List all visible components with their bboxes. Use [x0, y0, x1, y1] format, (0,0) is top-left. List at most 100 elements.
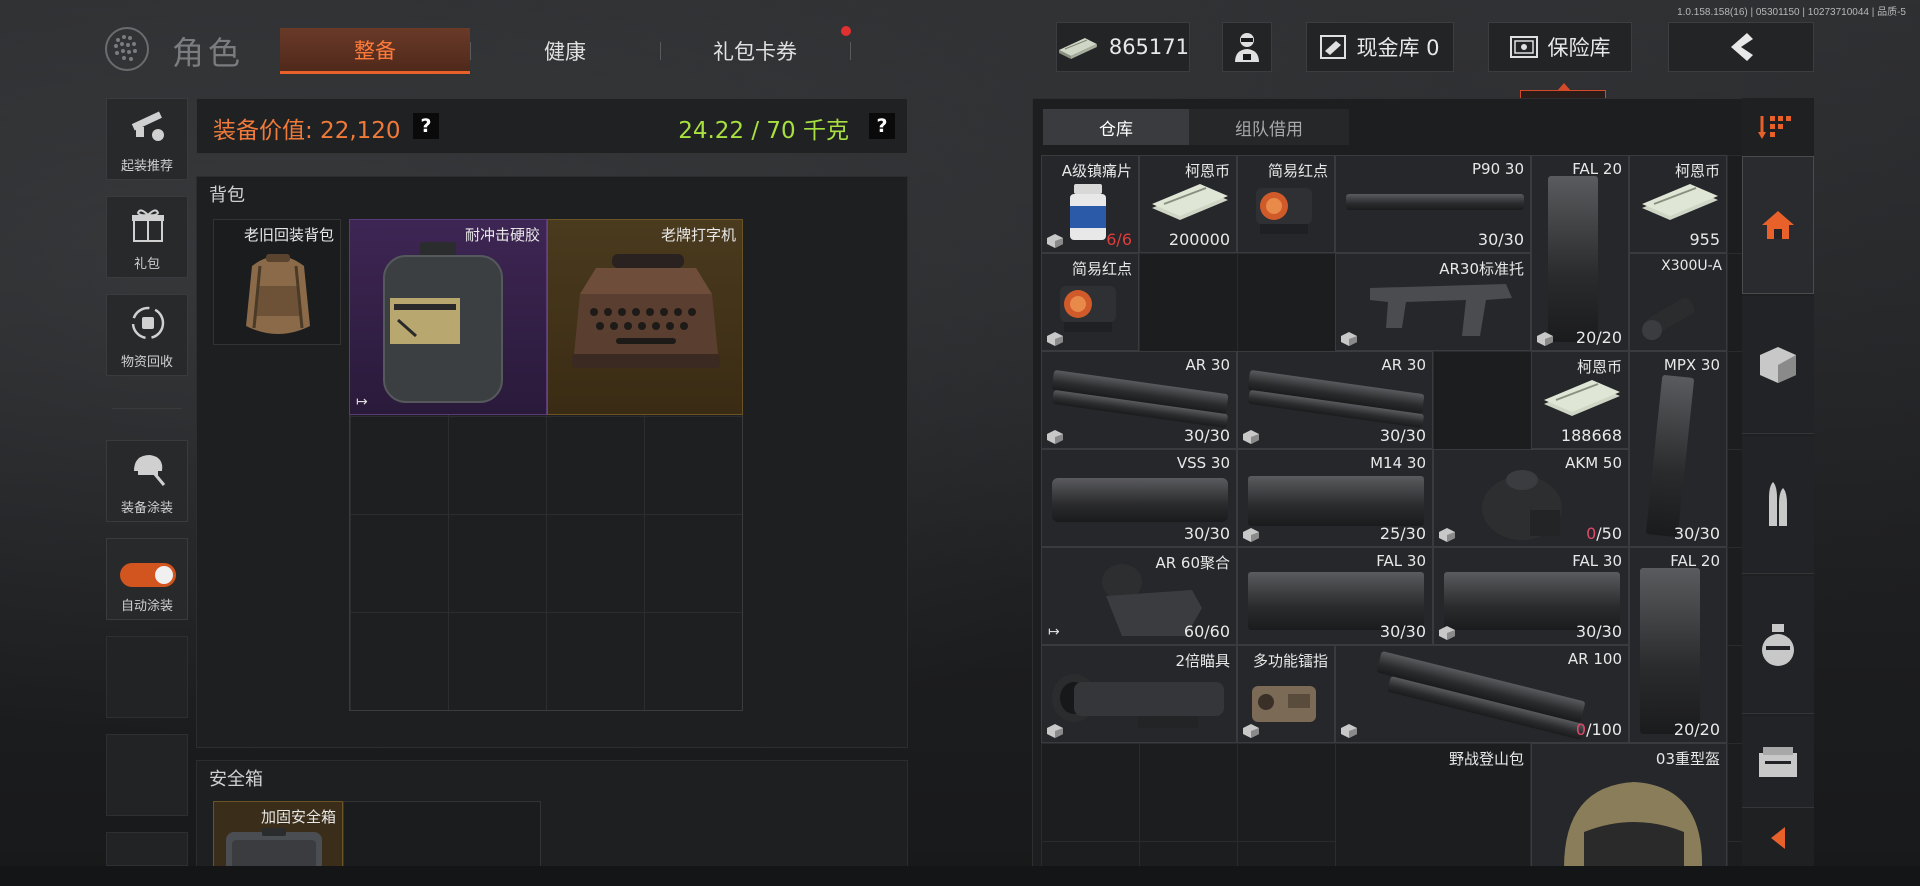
stash-item[interactable]: 2倍瞄具: [1041, 645, 1237, 743]
bottom-strip: [0, 866, 1920, 886]
backpack-icon: [246, 254, 310, 334]
sort-button[interactable]: [1742, 98, 1814, 156]
item-count: 30/30: [1183, 524, 1230, 543]
stash-item[interactable]: P90 30 30/30: [1335, 155, 1531, 253]
weight-display: 24.22 / 70 千克: [678, 118, 849, 144]
sidebar-equipment-paint[interactable]: 装备涂装: [106, 440, 188, 522]
stash-item[interactable]: A级镇痛片 6/6: [1041, 155, 1139, 253]
stash-item[interactable]: M14 30 25/30: [1237, 449, 1433, 547]
cash-stack-icon: [1544, 380, 1620, 416]
vault-button[interactable]: 保险库: [1488, 22, 1632, 72]
magazine-icon: [1052, 478, 1228, 522]
item-name: AR 30: [1185, 356, 1230, 374]
stash-item[interactable]: AR30标准托: [1335, 253, 1531, 351]
category-all[interactable]: [1742, 156, 1814, 294]
chevron-left-icon: [1771, 827, 1785, 849]
item-count: 200000: [1168, 230, 1230, 249]
tab-team-borrow[interactable]: 组队借用: [1189, 109, 1349, 145]
stash-tag-icon: [1047, 233, 1063, 248]
equip-marker-icon: ↦: [1048, 624, 1060, 640]
stash-tag-icon: [1243, 429, 1259, 444]
sidebar-empty-slot: [106, 636, 188, 718]
cash-vault-label: 现金库 0: [1356, 36, 1440, 60]
ammo-icon: [1769, 481, 1787, 526]
magazine-icon: [1346, 194, 1524, 210]
item-count: 6/6: [1106, 230, 1132, 249]
stash-item[interactable]: AR 30 30/30: [1237, 351, 1433, 449]
stash-item[interactable]: FAL 30 30/30: [1433, 547, 1629, 645]
stash-item[interactable]: FAL 20 20/20: [1531, 155, 1629, 351]
stash-item[interactable]: 多功能镭指: [1237, 645, 1335, 743]
item-count: 188668: [1560, 426, 1622, 445]
item-name: AR 30: [1381, 356, 1426, 374]
stash-grid[interactable]: A级镇痛片 6/6 柯恩币 200000 简易红点 P90 30 30/30 F…: [1041, 155, 1767, 885]
stash-item[interactable]: FAL 20 20/20: [1629, 547, 1727, 743]
item-name: 03重型盔: [1655, 750, 1720, 768]
stash-item[interactable]: 03重型盔: [1531, 743, 1727, 885]
cash-stack-icon: [1152, 184, 1228, 220]
stash-item[interactable]: X300U-A: [1629, 253, 1727, 351]
sidebar-auto-paint[interactable]: 自动涂装: [106, 538, 188, 620]
item-name: 野战登山包: [1448, 750, 1524, 768]
magazine-icon: [1248, 476, 1424, 526]
stash-item[interactable]: AR 60聚合 ↦ 60/60: [1041, 547, 1237, 645]
item-count: 30/30: [1379, 622, 1426, 641]
stash-tag-icon: [1047, 331, 1063, 346]
equipment-box-icon: [1760, 346, 1796, 383]
sidebar-empty-slot: [106, 734, 188, 816]
cash-vault-button[interactable]: 现金库 0: [1306, 22, 1454, 72]
drum-magazine-icon: [1482, 470, 1562, 540]
tab-health[interactable]: 健康: [470, 28, 660, 74]
operator-button[interactable]: [1222, 22, 1272, 72]
category-ammo[interactable]: [1742, 436, 1814, 574]
category-throwables[interactable]: [1742, 576, 1814, 714]
sidebar-label: 自动涂装: [120, 599, 173, 614]
sort-icon: [1758, 116, 1791, 139]
backpack-item[interactable]: 耐冲击硬胶 ↦: [349, 219, 547, 415]
stash-item[interactable]: 柯恩币 188668: [1531, 351, 1629, 449]
globe-logo-icon: [105, 27, 149, 71]
item-name: 加固安全箱: [260, 808, 336, 826]
item-name: AR30标准托: [1439, 260, 1524, 278]
sidebar-gift[interactable]: 礼包: [106, 196, 188, 278]
sidebar-recycle[interactable]: 物资回收: [106, 294, 188, 376]
stash-item[interactable]: AKM 50 0/50: [1433, 449, 1629, 547]
auto-paint-toggle[interactable]: [120, 563, 176, 587]
stash-item[interactable]: AR 100 0/100: [1335, 645, 1629, 743]
currency-display[interactable]: 865171: [1056, 22, 1190, 72]
item-name: X300U-A: [1661, 258, 1722, 274]
stash-item[interactable]: 简易红点: [1041, 253, 1139, 351]
tab-gift-coupons[interactable]: 礼包卡券: [660, 28, 850, 74]
tab-loadout[interactable]: 整备: [280, 28, 470, 74]
backpack-equip-slot[interactable]: 老旧回装背包: [213, 219, 341, 345]
stash-item[interactable]: AR 30 30/30: [1041, 351, 1237, 449]
recycle-icon: [131, 306, 165, 340]
backpack-item[interactable]: 老牌打字机: [547, 219, 743, 415]
stash-item[interactable]: 野战登山包: [1335, 743, 1531, 885]
scope-icon: [1052, 674, 1224, 728]
stash-tag-icon: [1047, 723, 1063, 738]
sidebar-label: 装备涂装: [120, 501, 173, 516]
stash-item[interactable]: FAL 30 30/30: [1237, 547, 1433, 645]
stock-icon: [1370, 284, 1512, 336]
stash-item[interactable]: 简易红点: [1237, 155, 1335, 253]
collapse-toolbar-button[interactable]: [1742, 810, 1814, 866]
back-button[interactable]: [1668, 22, 1814, 72]
red-dot-sight-icon: [1256, 188, 1312, 234]
category-equipment[interactable]: [1742, 296, 1814, 434]
page-title: 角色: [172, 34, 245, 72]
typewriter-icon: [572, 254, 720, 368]
tab-warehouse[interactable]: 仓库: [1043, 109, 1189, 145]
stash-item[interactable]: VSS 30 30/30: [1041, 449, 1237, 547]
category-storage[interactable]: [1742, 716, 1814, 808]
magazine-icon: [1548, 176, 1598, 342]
sidebar-recommend-loadout[interactable]: 起装推荐: [106, 98, 188, 180]
stash-item[interactable]: MPX 30 30/30: [1629, 351, 1727, 547]
help-button[interactable]: ?: [869, 113, 895, 139]
stash-item[interactable]: 柯恩币 200000: [1139, 155, 1237, 253]
stash-item[interactable]: 柯恩币 955: [1629, 155, 1727, 253]
cash-stack-icon: [1058, 38, 1097, 59]
item-count: 60/60: [1183, 622, 1230, 641]
help-button[interactable]: ?: [413, 113, 439, 139]
item-name: VSS 30: [1176, 454, 1230, 472]
